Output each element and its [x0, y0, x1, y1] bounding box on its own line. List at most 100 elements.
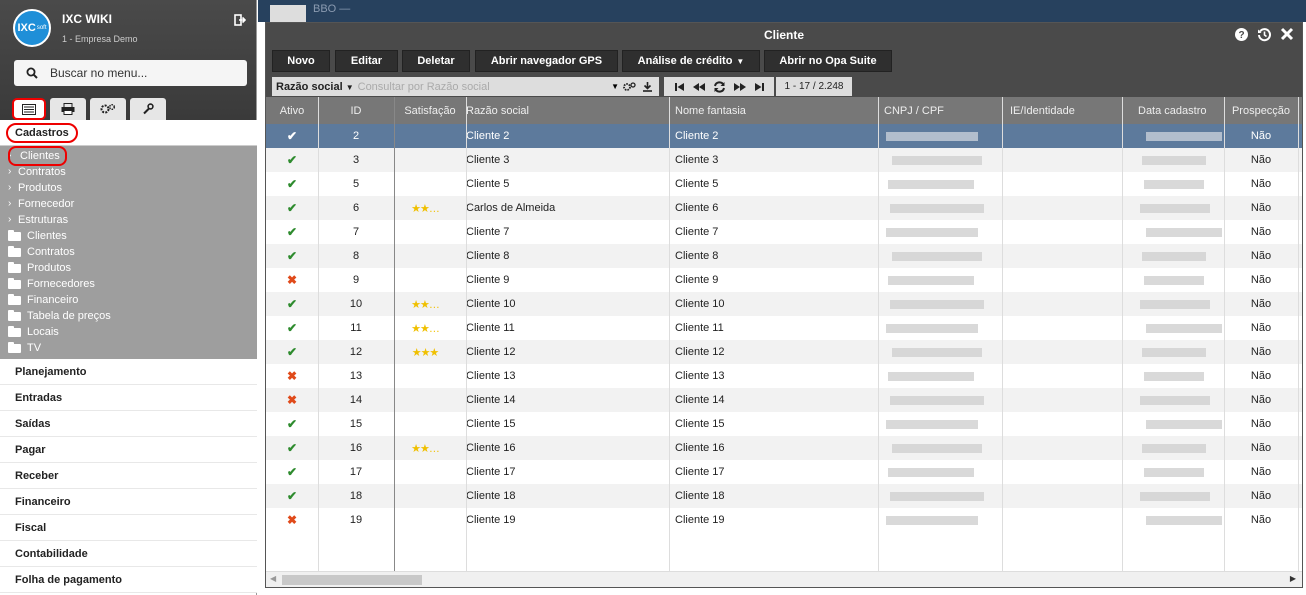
folder-tabela-precos[interactable]: Tabela de preços: [0, 308, 257, 324]
table-row[interactable]: ✔ 3 Cliente 3 Cliente 3 Não: [266, 148, 1302, 172]
table-row[interactable]: ✔ 5 Cliente 5 Cliente 5 Não: [266, 172, 1302, 196]
chevron-right-icon: ›: [8, 182, 12, 193]
gps-button[interactable]: Abrir navegador GPS: [475, 50, 618, 72]
menu-item-fornecedor[interactable]: › Fornecedor: [0, 196, 257, 212]
folder-fornecedores[interactable]: Fornecedores: [0, 276, 257, 292]
credit-analysis-button[interactable]: Análise de crédito ▼: [622, 50, 760, 72]
table-row[interactable]: ✖ 14 Cliente 14 Cliente 14 Não: [266, 388, 1302, 412]
table-row[interactable]: ✔ 17 Cliente 17 Cliente 17 Não: [266, 460, 1302, 484]
table-row[interactable]: ✔ 11 ★★… Cliente 11 Cliente 11 Não: [266, 316, 1302, 340]
cell-cnpj-redacted: [878, 340, 1003, 364]
tab-print[interactable]: [50, 98, 86, 120]
table-row[interactable]: ✔ 8 Cliente 8 Cliente 8 Não: [266, 244, 1302, 268]
prev-page-icon[interactable]: [692, 82, 706, 92]
menu-item-clientes[interactable]: › Clientes: [0, 146, 257, 166]
folder-financeiro[interactable]: Financeiro: [0, 292, 257, 308]
tab-menu[interactable]: [12, 98, 46, 120]
table-row[interactable]: ✖ 19 Cliente 19 Cliente 19 Não: [266, 508, 1302, 532]
scroll-left-icon[interactable]: ◀: [270, 574, 276, 583]
editar-button[interactable]: Editar: [335, 50, 398, 72]
scrollbar-thumb[interactable]: [282, 575, 422, 585]
cell-prospeccao: Não: [1250, 346, 1272, 358]
horizontal-scrollbar[interactable]: ◀ ▶: [266, 571, 1302, 587]
filter-input[interactable]: Consultar por Razão social: [358, 81, 611, 93]
menu-section-financeiro[interactable]: Financeiro: [0, 489, 257, 515]
sidebar-tabs: [12, 98, 166, 120]
opa-suite-button[interactable]: Abrir no Opa Suite: [764, 50, 892, 72]
table-row[interactable]: ✔ 2 Cliente 2 Cliente 2 Não: [266, 124, 1302, 148]
history-icon[interactable]: [1257, 27, 1272, 42]
cell-nome-fantasia: Cliente 12: [675, 346, 725, 358]
menu-section-pagar[interactable]: Pagar: [0, 437, 257, 463]
table-row[interactable]: ✔ 16 ★★… Cliente 16 Cliente 16 Não: [266, 436, 1302, 460]
folder-tv[interactable]: TV: [0, 340, 257, 356]
refresh-icon[interactable]: [713, 80, 726, 93]
folder-icon: [8, 277, 21, 289]
menu-item-estruturas[interactable]: › Estruturas: [0, 212, 257, 228]
menu-search-input[interactable]: Buscar no menu...: [14, 60, 247, 86]
menu-section-saidas[interactable]: Saídas: [0, 411, 257, 437]
column-divider: [466, 97, 467, 571]
table-row[interactable]: ✔ 15 Cliente 15 Cliente 15 Não: [266, 412, 1302, 436]
cell-prospeccao: Não: [1250, 370, 1272, 382]
menu-section-fiscal[interactable]: Fiscal: [0, 515, 257, 541]
folder-icon: [8, 325, 21, 337]
menu-section-planejamento[interactable]: Planejamento: [0, 359, 257, 385]
col-prospeccao[interactable]: Prospecção: [1224, 97, 1298, 124]
col-razao-social[interactable]: Razão social: [466, 97, 675, 124]
col-ie-identidade[interactable]: IE/Identidade: [1010, 97, 1120, 124]
gears-icon[interactable]: [623, 81, 636, 92]
filter-operator-caret-icon[interactable]: ▼: [611, 82, 619, 91]
last-page-icon[interactable]: [754, 82, 765, 92]
menu-section-contabilidade[interactable]: Contabilidade: [0, 541, 257, 567]
folder-contratos[interactable]: Contratos: [0, 244, 257, 260]
cell-prospeccao: Não: [1250, 250, 1272, 262]
window-titlebar[interactable]: Cliente ?: [266, 23, 1302, 47]
folder-locais[interactable]: Locais: [0, 324, 257, 340]
logout-icon[interactable]: [234, 14, 246, 26]
tab-tools[interactable]: [130, 98, 166, 120]
deletar-button[interactable]: Deletar: [402, 50, 470, 72]
col-nome-fantasia[interactable]: Nome fantasia: [675, 97, 878, 124]
folder-icon: [8, 341, 21, 353]
column-divider: [318, 97, 319, 571]
cell-razao-social: Cliente 11: [466, 322, 515, 334]
col-cnpj-cpf[interactable]: CNPJ / CPF: [884, 97, 1002, 124]
table-row[interactable]: ✖ 9 Cliente 9 Cliente 9 Não: [266, 268, 1302, 292]
table-row[interactable]: ✔ 18 Cliente 18 Cliente 18 Não: [266, 484, 1302, 508]
cell-nome-fantasia: Cliente 5: [675, 178, 719, 190]
col-satisfacao[interactable]: Satisfação: [394, 97, 466, 124]
menu-section-cadastros[interactable]: Cadastros: [0, 120, 257, 146]
cell-prospeccao: Não: [1250, 178, 1272, 190]
close-icon[interactable]: [1280, 27, 1294, 41]
cell-nome-fantasia: Cliente 18: [675, 490, 725, 502]
table-row[interactable]: ✔ 6 ★★… Carlos de Almeida Cliente 6 Não: [266, 196, 1302, 220]
background-tab[interactable]: [270, 5, 306, 22]
novo-button[interactable]: Novo: [272, 50, 330, 72]
cell-data-redacted: [1122, 508, 1222, 532]
tab-settings[interactable]: [90, 98, 126, 120]
next-page-icon[interactable]: [733, 82, 747, 92]
scroll-right-icon[interactable]: ▶: [1290, 574, 1296, 583]
frozen-column-divider: [394, 97, 395, 587]
table-row[interactable]: ✖ 13 Cliente 13 Cliente 13 Não: [266, 364, 1302, 388]
menu-section-folha[interactable]: Folha de pagamento: [0, 567, 257, 593]
folder-produtos[interactable]: Produtos: [0, 260, 257, 276]
first-page-icon[interactable]: [674, 82, 685, 92]
table-row[interactable]: ✔ 7 Cliente 7 Cliente 7 Não: [266, 220, 1302, 244]
col-data-cadastro[interactable]: Data cadastro: [1138, 97, 1222, 124]
folder-clientes[interactable]: Clientes: [0, 228, 257, 244]
col-id[interactable]: ID: [318, 97, 394, 124]
rating-stars-icon: [394, 268, 456, 292]
menu-item-produtos[interactable]: › Produtos: [0, 180, 257, 196]
table-row[interactable]: ✔ 12 ★★★ Cliente 12 Cliente 12 Não: [266, 340, 1302, 364]
menu-item-contratos[interactable]: › Contratos: [0, 164, 257, 180]
cell-prospeccao: Não: [1250, 394, 1272, 406]
filter-field-select[interactable]: Razão social ▼: [276, 81, 354, 93]
menu-section-entradas[interactable]: Entradas: [0, 385, 257, 411]
download-icon[interactable]: [642, 81, 653, 92]
table-row[interactable]: ✔ 10 ★★… Cliente 10 Cliente 10 Não: [266, 292, 1302, 316]
col-ativo[interactable]: Ativo: [266, 97, 318, 124]
menu-section-receber[interactable]: Receber: [0, 463, 257, 489]
help-icon[interactable]: ?: [1234, 27, 1249, 42]
